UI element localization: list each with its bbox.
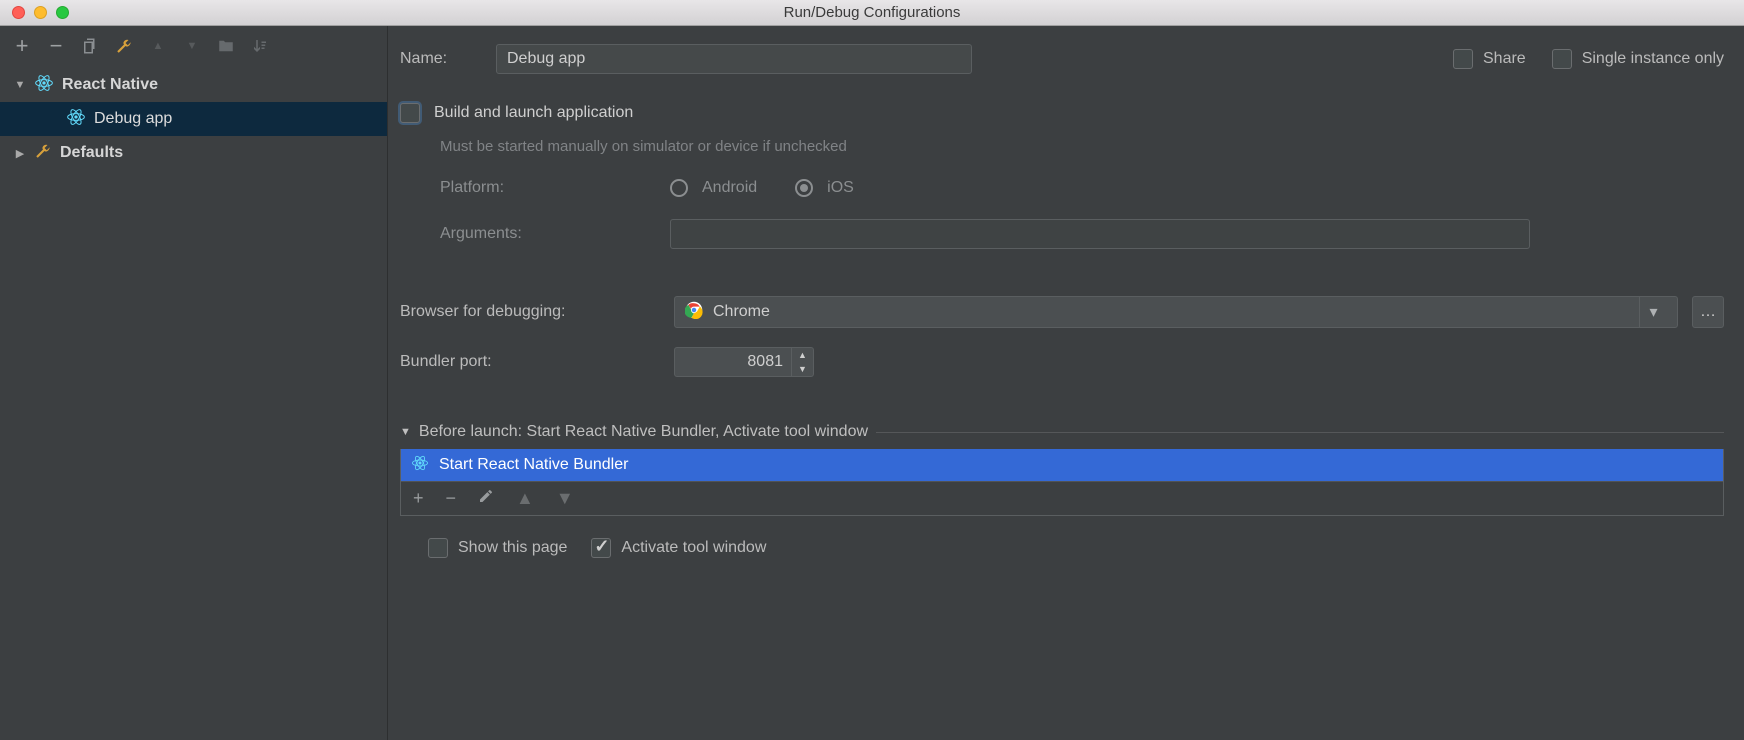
dropdown-arrow-icon: ▾ [1639, 297, 1667, 327]
sidebar-toolbar [0, 32, 387, 64]
task-move-up-button[interactable]: ▲ [516, 488, 534, 509]
before-launch-item[interactable]: Start React Native Bundler [401, 449, 1723, 481]
show-page-label: Show this page [458, 539, 567, 557]
platform-label: Platform: [440, 179, 656, 197]
add-config-button[interactable] [12, 36, 32, 56]
remove-config-button[interactable] [46, 36, 66, 56]
name-label: Name: [400, 50, 482, 68]
single-instance-checkbox[interactable] [1552, 49, 1572, 69]
config-form: Name: Share Single instance only Build a… [388, 26, 1744, 740]
browser-more-button[interactable]: … [1692, 296, 1724, 328]
spinner-down-icon[interactable]: ▼ [792, 362, 813, 376]
browser-select[interactable]: Chrome ▾ [674, 296, 1678, 328]
expand-arrow-icon: ▶ [14, 147, 26, 160]
activate-window-label: Activate tool window [621, 539, 766, 557]
build-launch-label: Build and launch application [434, 104, 633, 122]
add-task-button[interactable]: + [413, 488, 424, 509]
before-launch-list: Start React Native Bundler + − ▲ ▼ [400, 449, 1724, 516]
remove-task-button[interactable]: − [446, 488, 457, 509]
spinner-up-icon[interactable]: ▲ [792, 348, 813, 362]
task-move-down-button[interactable]: ▼ [556, 488, 574, 509]
react-icon [66, 107, 86, 132]
tree-cat-react-native[interactable]: ▼ React Native [0, 68, 387, 102]
bundler-port-value: 8081 [675, 353, 791, 371]
react-icon [34, 73, 54, 98]
collapse-arrow-icon: ▼ [400, 426, 411, 438]
wrench-icon [34, 142, 52, 165]
name-input[interactable] [496, 44, 972, 74]
bundler-port-label: Bundler port: [400, 353, 660, 371]
tree-item-label: Debug app [94, 110, 172, 128]
show-page-checkbox[interactable] [428, 538, 448, 558]
divider [876, 432, 1724, 433]
before-launch-toolbar: + − ▲ ▼ [401, 481, 1723, 515]
platform-ios-radio[interactable] [795, 179, 813, 197]
tree-cat-defaults[interactable]: ▶ Defaults [0, 136, 387, 170]
share-label: Share [1483, 50, 1526, 68]
save-template-button[interactable] [114, 36, 134, 56]
build-launch-checkbox[interactable] [400, 103, 420, 123]
titlebar: Run/Debug Configurations [0, 0, 1744, 26]
move-down-button[interactable] [182, 36, 202, 56]
before-launch-title: Before launch: Start React Native Bundle… [419, 423, 868, 441]
move-up-button[interactable] [148, 36, 168, 56]
platform-android-radio[interactable] [670, 179, 688, 197]
before-launch-item-label: Start React Native Bundler [439, 456, 628, 474]
tree-item-debug-app[interactable]: Debug app [0, 102, 387, 136]
before-launch-header[interactable]: ▼ Before launch: Start React Native Bund… [400, 423, 1724, 441]
arguments-label: Arguments: [440, 225, 656, 243]
config-tree: ▼ React Native Debug app ▶ Defaults [0, 64, 387, 170]
single-instance-label: Single instance only [1582, 50, 1724, 68]
tree-cat-label: Defaults [60, 144, 123, 162]
platform-android-label: Android [702, 179, 757, 197]
edit-task-button[interactable] [478, 488, 494, 509]
bundler-port-spinner[interactable]: 8081 ▲ ▼ [674, 347, 814, 377]
react-icon [411, 454, 429, 477]
share-checkbox[interactable] [1453, 49, 1473, 69]
arguments-input[interactable] [670, 219, 1530, 249]
folder-button[interactable] [216, 36, 236, 56]
config-sidebar: ▼ React Native Debug app ▶ Defaults [0, 26, 388, 740]
tree-cat-label: React Native [62, 76, 158, 94]
browser-label: Browser for debugging: [400, 303, 660, 321]
activate-window-checkbox[interactable] [591, 538, 611, 558]
copy-config-button[interactable] [80, 36, 100, 56]
platform-ios-label: iOS [827, 179, 854, 197]
window-title: Run/Debug Configurations [0, 4, 1744, 21]
expand-arrow-icon: ▼ [14, 79, 26, 91]
chrome-icon [685, 301, 703, 324]
sort-button[interactable] [250, 36, 270, 56]
browser-value: Chrome [713, 303, 770, 321]
build-launch-hint: Must be started manually on simulator or… [400, 138, 1724, 155]
